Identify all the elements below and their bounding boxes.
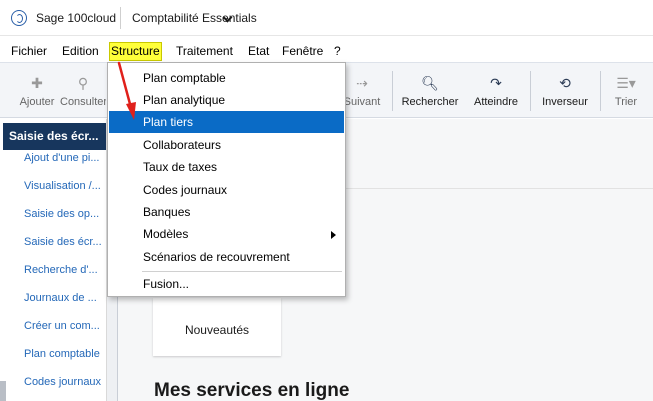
submenu-arrow-icon bbox=[331, 231, 336, 239]
goto-button[interactable]: ↷ Atteindre bbox=[468, 63, 524, 119]
sage-logo-icon bbox=[11, 10, 27, 26]
menu-fenetre[interactable]: Fenêtre bbox=[281, 43, 324, 60]
news-card[interactable]: Nouveautés bbox=[153, 298, 281, 356]
menu-item-scenarios[interactable]: Scénarios de recouvrement bbox=[109, 246, 344, 268]
sort-icon: ☰▾ bbox=[616, 75, 636, 91]
sidebar-item[interactable]: Journaux de ... bbox=[24, 292, 97, 304]
sidebar-scrollbar[interactable] bbox=[0, 381, 6, 401]
menu-edition[interactable]: Edition bbox=[61, 43, 100, 60]
structure-menu: Plan comptable Plan analytique Plan tier… bbox=[107, 62, 346, 297]
menu-structure[interactable]: Structure bbox=[109, 42, 162, 61]
news-card-label: Nouveautés bbox=[184, 323, 250, 337]
next-button[interactable]: ⇢ Suivant bbox=[340, 63, 384, 119]
menu-item-plan-analytique[interactable]: Plan analytique bbox=[109, 89, 344, 111]
plus-icon: ✚ bbox=[31, 75, 43, 91]
add-button[interactable]: ✚ Ajouter bbox=[14, 63, 60, 119]
sidebar-item[interactable]: Saisie des op... bbox=[24, 208, 99, 220]
redo-icon: ↷ bbox=[490, 75, 502, 91]
menu-item-modeles-label: Modèles bbox=[143, 227, 189, 241]
sidebar-header[interactable]: Saisie des écr... bbox=[3, 123, 106, 150]
menu-item-codes-journaux[interactable]: Codes journaux bbox=[109, 179, 344, 201]
menu-help[interactable]: ? bbox=[333, 43, 342, 60]
toolbar-divider bbox=[600, 71, 601, 111]
refresh-icon: ⟲ bbox=[559, 75, 571, 91]
search-icon: 🔍︎ bbox=[421, 75, 439, 91]
menu-item-fusion[interactable]: Fusion... bbox=[109, 273, 344, 295]
inverter-button[interactable]: ⟲ Inverseur bbox=[536, 63, 594, 119]
toolbar-divider bbox=[392, 71, 393, 111]
search-button[interactable]: 🔍︎ Rechercher bbox=[397, 63, 463, 119]
menu-item-taux-de-taxes[interactable]: Taux de taxes bbox=[109, 156, 344, 178]
toolbar-divider bbox=[530, 71, 531, 111]
search-icon: ⚲ bbox=[77, 75, 89, 91]
company-selector[interactable]: Comptabilité Essentials bbox=[132, 11, 257, 25]
sidebar: Saisie des écr... Ajout d'une pi... Visu… bbox=[0, 119, 107, 401]
menu-etat[interactable]: Etat bbox=[247, 43, 270, 60]
menu-bar: Fichier Edition Structure Traitement Eta… bbox=[0, 41, 653, 61]
menu-separator bbox=[142, 271, 342, 272]
menu-item-collaborateurs[interactable]: Collaborateurs bbox=[109, 134, 344, 156]
title-divider bbox=[120, 7, 121, 29]
services-title: Mes services en ligne bbox=[154, 380, 350, 401]
sidebar-item[interactable]: Plan comptable bbox=[24, 348, 100, 360]
menu-item-banques[interactable]: Banques bbox=[109, 201, 344, 223]
menu-item-plan-tiers[interactable]: Plan tiers bbox=[109, 111, 344, 133]
sidebar-item[interactable]: Créer un com... bbox=[24, 320, 100, 332]
consult-button[interactable]: ⚲ Consulter bbox=[60, 63, 106, 119]
sidebar-item[interactable]: Recherche d'... bbox=[24, 264, 98, 276]
sidebar-item[interactable]: Visualisation /... bbox=[24, 180, 101, 192]
title-bar: Sage 100cloud Comptabilité Essentials bbox=[0, 0, 653, 36]
sort-button[interactable]: ☰▾ Trier bbox=[606, 63, 646, 119]
menu-fichier[interactable]: Fichier bbox=[10, 43, 48, 60]
sidebar-item[interactable]: Ajout d'une pi... bbox=[24, 152, 100, 164]
menu-item-modeles[interactable]: Modèles bbox=[109, 223, 344, 245]
sidebar-item[interactable]: Saisie des écr... bbox=[24, 236, 102, 248]
arrow-right-icon: ⇢ bbox=[356, 75, 368, 91]
menu-traitement[interactable]: Traitement bbox=[175, 43, 234, 60]
app-title: Sage 100cloud bbox=[36, 11, 117, 25]
sidebar-item[interactable]: Codes journaux bbox=[24, 376, 101, 388]
menu-item-plan-comptable[interactable]: Plan comptable bbox=[109, 67, 344, 89]
